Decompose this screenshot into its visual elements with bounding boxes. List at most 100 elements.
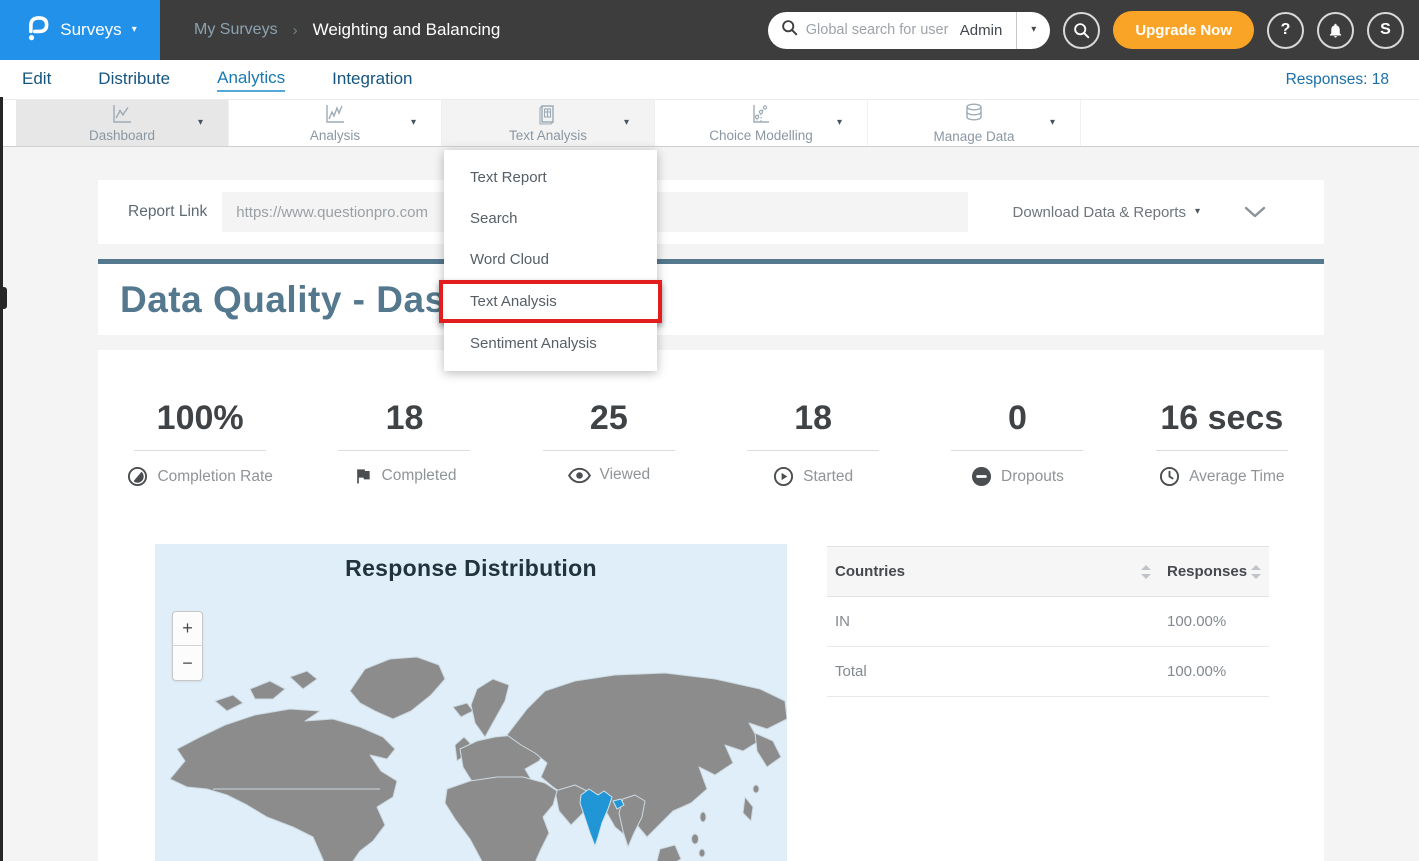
chevron-down-icon[interactable]: ▾ <box>624 118 629 128</box>
topbar-actions: Admin ▾ Upgrade Now ? S <box>768 11 1419 49</box>
stat-value: 25 <box>507 400 711 437</box>
notifications-button[interactable] <box>1317 12 1354 49</box>
search-button[interactable] <box>1063 12 1100 49</box>
database-icon <box>962 102 986 126</box>
chevron-down-icon[interactable]: ▾ <box>1050 118 1055 128</box>
top-bar: Surveys ▾ My Surveys › Weighting and Bal… <box>0 0 1419 60</box>
tab-choice-modelling[interactable]: Choice Modelling ▾ <box>655 100 868 146</box>
menu-item-sentiment-analysis[interactable]: Sentiment Analysis <box>444 323 657 364</box>
stat-value: 100% <box>98 400 302 437</box>
menu-item-text-report[interactable]: Text Report <box>444 157 657 198</box>
global-search[interactable]: Admin ▾ <box>768 12 1051 49</box>
menu-item-search[interactable]: Search <box>444 198 657 239</box>
response-distribution-map[interactable]: Response Distribution + − <box>155 544 787 861</box>
search-icon <box>781 19 798 41</box>
nav-item-edit[interactable]: Edit <box>22 69 51 91</box>
bell-icon <box>1327 22 1344 39</box>
chevron-down-icon: ▾ <box>1195 207 1200 217</box>
menu-item-word-cloud[interactable]: Word Cloud <box>444 239 657 280</box>
stat-completion-rate: 100% Completion Rate <box>98 400 302 487</box>
stat-value: 16 secs <box>1120 400 1324 437</box>
chevron-down-icon[interactable]: ▾ <box>837 118 842 128</box>
divider <box>134 450 266 451</box>
page-title: Data Quality - Dash <box>120 279 469 321</box>
tab-label: Choice Modelling <box>709 128 813 143</box>
upgrade-now-button[interactable]: Upgrade Now <box>1113 11 1254 49</box>
tab-text-analysis[interactable]: Text Analysis ▾ <box>442 100 655 146</box>
line-chart-icon <box>110 103 134 125</box>
stat-value: 18 <box>302 400 506 437</box>
report-link-card: Report Link Download Data & Reports ▾ <box>98 180 1324 244</box>
questionpro-logo-icon <box>23 14 50 46</box>
country-cell: IN <box>827 597 1159 647</box>
countries-table: Countries Responses <box>827 544 1269 697</box>
responses-column-header: Responses <box>1167 563 1247 580</box>
map-zoom-controls: + − <box>172 611 203 681</box>
search-scope-dropdown[interactable]: ▾ <box>1017 25 1050 35</box>
divider <box>1156 450 1288 451</box>
divider <box>338 450 470 451</box>
stat-completed: 18 Completed <box>302 400 506 487</box>
table-row: IN 100.00% <box>827 597 1269 647</box>
tab-label: Analysis <box>310 128 360 143</box>
tab-manage-data[interactable]: Manage Data ▾ <box>868 100 1081 146</box>
completion-rate-icon <box>127 466 148 487</box>
sort-icon[interactable] <box>1141 565 1151 579</box>
text-report-icon <box>537 103 559 125</box>
page-title-card: Data Quality - Dash <box>98 259 1324 335</box>
help-button[interactable]: ? <box>1267 12 1304 49</box>
sort-icon[interactable] <box>1251 565 1261 579</box>
divider <box>951 450 1083 451</box>
tab-dashboard[interactable]: Dashboard ▾ <box>16 100 229 146</box>
map-title: Response Distribution <box>155 555 787 582</box>
chevron-down-icon: ▾ <box>132 25 137 35</box>
product-name: Surveys <box>60 20 121 40</box>
breadcrumb-my-surveys[interactable]: My Surveys <box>194 21 278 39</box>
trend-chart-icon <box>323 103 347 125</box>
user-avatar[interactable]: S <box>1367 12 1404 49</box>
table-row: Total 100.00% <box>827 647 1269 697</box>
responses-count: Responses: 18 <box>1286 71 1419 89</box>
stat-label: Average Time <box>1189 468 1284 486</box>
breadcrumb-survey-title: Weighting and Balancing <box>313 20 501 40</box>
side-rail-handle[interactable] <box>0 287 7 309</box>
map-zoom-in-button[interactable]: + <box>173 612 202 646</box>
collapsed-side-rail <box>0 97 3 861</box>
tab-label: Manage Data <box>933 129 1014 144</box>
flag-icon <box>353 466 373 486</box>
breadcrumb-separator-icon: › <box>293 22 298 39</box>
nav-item-distribute[interactable]: Distribute <box>98 69 170 91</box>
stat-value: 0 <box>915 400 1119 437</box>
country-cell: Total <box>827 647 1159 697</box>
divider <box>543 450 675 451</box>
report-link-label: Report Link <box>128 203 207 221</box>
stat-label: Viewed <box>600 466 651 484</box>
scatter-chart-icon <box>749 103 773 125</box>
tab-analysis[interactable]: Analysis ▾ <box>229 100 442 146</box>
chevron-down-icon[interactable]: ▾ <box>198 118 203 128</box>
world-map[interactable] <box>155 649 787 861</box>
chevron-down-icon[interactable]: ▾ <box>411 118 416 128</box>
responses-cell: 100.00% <box>1159 597 1269 647</box>
eye-icon <box>568 467 591 484</box>
download-data-reports-menu[interactable]: Download Data & Reports ▾ <box>1013 204 1200 221</box>
stat-label: Dropouts <box>1001 468 1064 486</box>
map-zoom-out-button[interactable]: − <box>173 646 202 680</box>
stat-label: Completion Rate <box>157 468 272 486</box>
stat-started: 18 Started <box>711 400 915 487</box>
table-header-row: Countries Responses <box>827 547 1269 597</box>
responses-cell: 100.00% <box>1159 647 1269 697</box>
search-scope-label: Admin <box>956 22 1017 39</box>
stat-dropouts: 0 Dropouts <box>915 400 1119 487</box>
stat-average-time: 16 secs Average Time <box>1120 400 1324 487</box>
nav-item-integration[interactable]: Integration <box>332 69 412 91</box>
stats-row: 100% Completion Rate 18 Completed 25 <box>98 350 1324 487</box>
nav-item-analytics[interactable]: Analytics <box>217 68 285 92</box>
menu-item-text-analysis[interactable]: Text Analysis <box>439 280 662 323</box>
product-switcher[interactable]: Surveys ▾ <box>0 0 160 60</box>
global-search-input[interactable] <box>806 22 956 38</box>
divider <box>747 450 879 451</box>
text-analysis-dropdown: Text Report Search Word Cloud Text Analy… <box>444 150 657 371</box>
dashboard-card: 100% Completion Rate 18 Completed 25 <box>98 350 1324 861</box>
collapse-panel-chevron[interactable] <box>1244 206 1266 219</box>
